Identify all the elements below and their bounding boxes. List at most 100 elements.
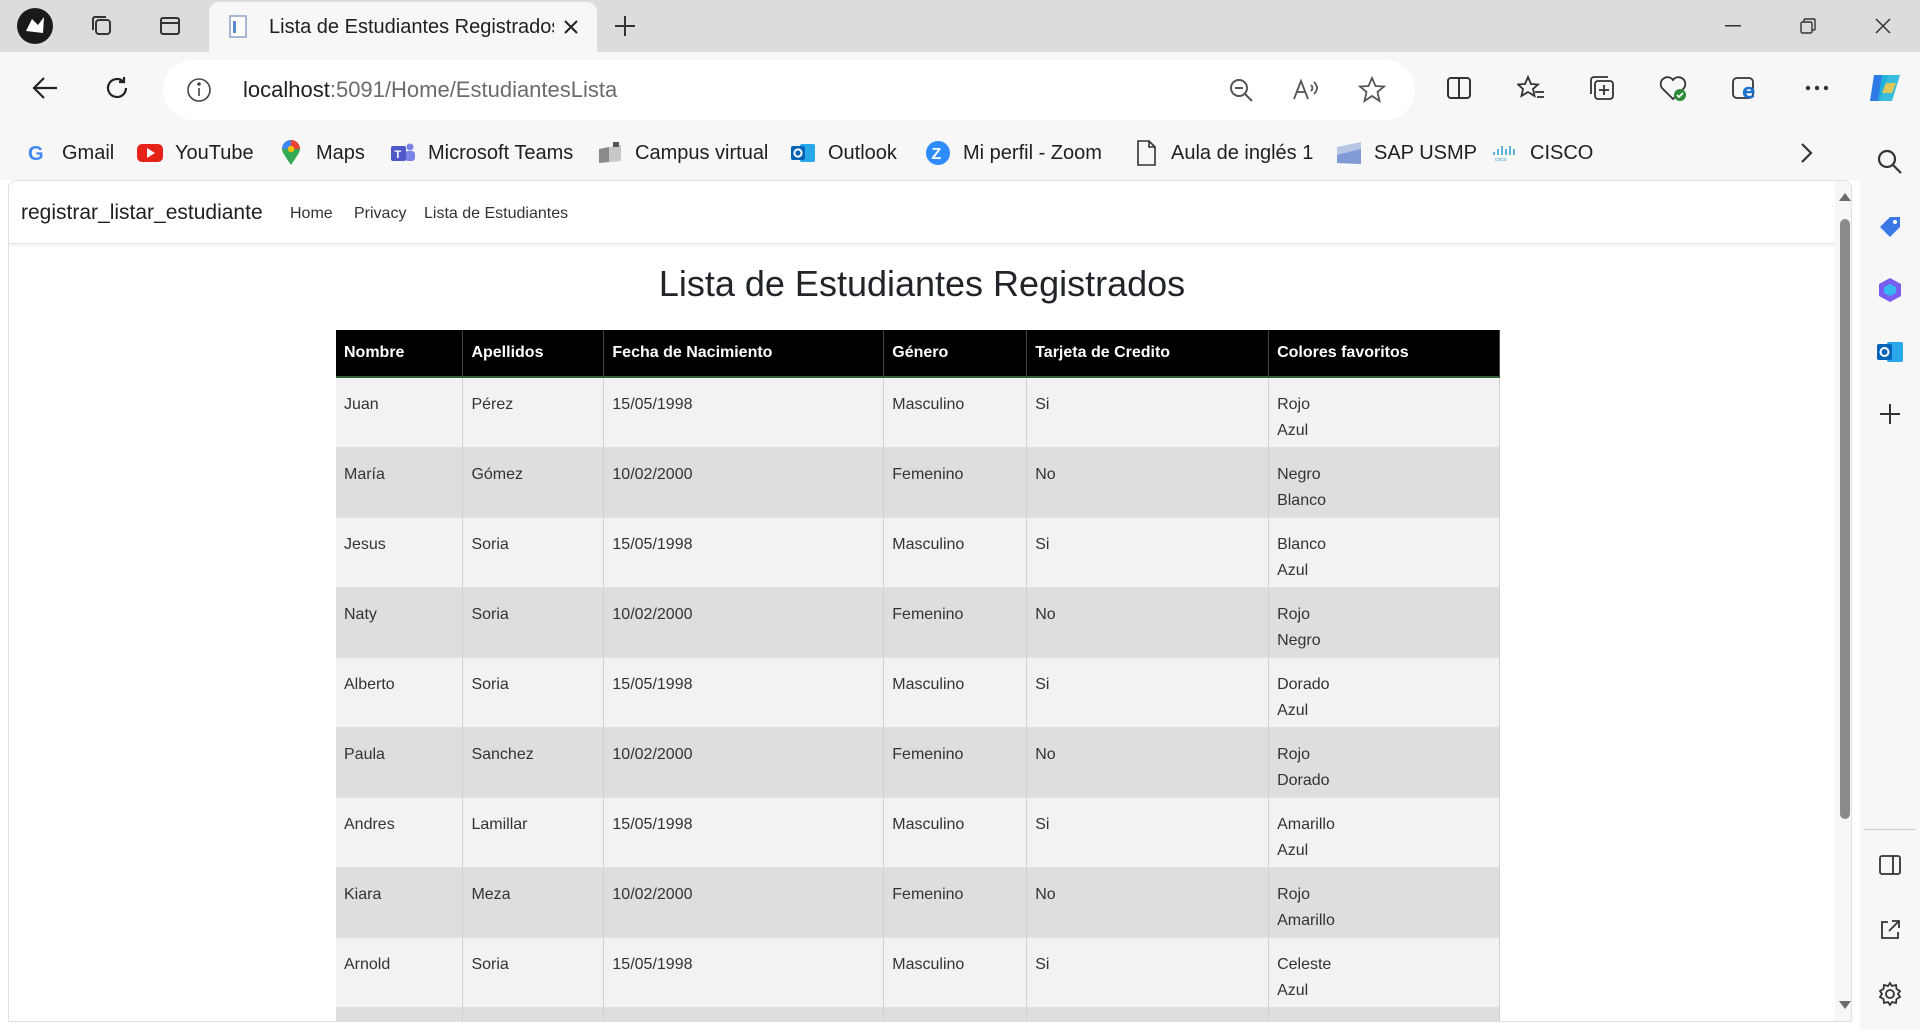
favorite-cisco[interactable]: cisco CISCO: [1492, 139, 1593, 167]
cell-nombre: Arnold: [336, 937, 464, 1008]
nav-link-home[interactable]: Home: [290, 205, 333, 223]
favorite-color: Dorado: [1277, 771, 1330, 789]
browser-essentials-icon[interactable]: [1653, 68, 1693, 108]
favorite-aula-ingles[interactable]: Aula de inglés 1: [1133, 139, 1313, 167]
cell-empty: [603, 1007, 885, 1021]
copilot-icon[interactable]: [1865, 68, 1905, 108]
split-screen-icon[interactable]: [1439, 68, 1479, 108]
cell-empty: [1268, 1007, 1500, 1021]
nav-link-lista-estudiantes[interactable]: Lista de Estudiantes: [424, 205, 568, 223]
microsoft365-icon[interactable]: [1874, 274, 1906, 306]
new-tab-icon[interactable]: [607, 8, 643, 44]
cell-colores: Rojo Negro: [1268, 587, 1500, 658]
internet-explorer-mode-icon[interactable]: e: [1724, 68, 1764, 108]
page-scrollbar[interactable]: [1835, 181, 1851, 1021]
settings-more-icon[interactable]: [1797, 68, 1837, 108]
favorite-zoom[interactable]: Z Mi perfil - Zoom: [925, 139, 1102, 167]
chevron-right-icon[interactable]: [1792, 139, 1820, 167]
cell-fecha: 15/05/1998: [603, 517, 885, 588]
favorite-color: Azul: [1277, 422, 1309, 439]
nav-link-privacy[interactable]: Privacy: [354, 205, 406, 223]
favorite-color: Negro: [1277, 465, 1321, 483]
scroll-up-arrow-icon[interactable]: [1839, 193, 1851, 201]
add-sidebar-app-icon[interactable]: [1874, 398, 1906, 430]
cell-colores: Negro Blanco: [1268, 447, 1500, 518]
favorite-color: Rojo: [1277, 745, 1310, 763]
active-tab[interactable]: Lista de Estudiantes Registrados: [209, 2, 597, 52]
favorite-label: Maps: [316, 141, 365, 164]
table-header-row: Nombre Apellidos Fecha de Nacimiento Gén…: [336, 330, 1500, 378]
site-brand-link[interactable]: registrar_listar_estudiante: [21, 201, 263, 225]
cell-genero: Femenino: [883, 867, 1028, 938]
outlook-sidebar-icon[interactable]: [1874, 336, 1906, 368]
cell-fecha: 15/05/1998: [603, 797, 885, 868]
close-window-icon[interactable]: [1860, 8, 1906, 44]
favorite-teams[interactable]: T Microsoft Teams: [390, 139, 573, 167]
gear-icon[interactable]: [1874, 978, 1906, 1010]
students-table: Nombre Apellidos Fecha de Nacimiento Gén…: [336, 330, 1500, 1021]
favorite-color: Amarillo: [1277, 911, 1335, 929]
cell-apellidos: Soria: [462, 517, 605, 588]
edge-sidebar: [1860, 126, 1920, 1030]
cell-nombre: Kiara: [336, 867, 464, 938]
cell-nombre: Alberto: [336, 657, 464, 728]
favorite-star-icon[interactable]: [1356, 74, 1388, 106]
cell-colores: Rojo Azul: [1268, 377, 1500, 448]
sap-icon: [1336, 140, 1362, 166]
table-row: Andres Lamillar 15/05/1998 Masculino Si Amari…: [336, 797, 1500, 868]
open-external-icon[interactable]: [1874, 914, 1906, 946]
close-tab-icon[interactable]: [557, 13, 585, 41]
cell-colores: Dorado Azul: [1268, 657, 1500, 728]
cell-empty: [1026, 1007, 1270, 1021]
favorite-campus-virtual[interactable]: Campus virtual: [597, 139, 768, 167]
cell-empty: [462, 1007, 605, 1021]
workspaces-icon[interactable]: [82, 8, 122, 44]
cell-nombre: Naty: [336, 587, 464, 658]
search-icon[interactable]: [1874, 146, 1906, 178]
restore-icon[interactable]: [1785, 8, 1831, 44]
profile-avatar-icon[interactable]: [15, 8, 55, 44]
favorite-color: Rojo: [1277, 396, 1310, 413]
minimize-icon[interactable]: [1710, 8, 1756, 44]
site-info-icon[interactable]: [185, 76, 213, 104]
table-row: Alberto Soria 15/05/1998 Masculino Si Dorado A…: [336, 657, 1500, 728]
favorite-outlook[interactable]: Outlook: [790, 139, 897, 167]
read-aloud-icon[interactable]: [1290, 74, 1322, 106]
url-host: localhost: [243, 77, 330, 102]
collections-icon[interactable]: [1582, 68, 1622, 108]
cell-fecha: 10/02/2000: [603, 727, 885, 798]
sidebar-divider: [1864, 829, 1916, 830]
hide-sidebar-icon[interactable]: [1874, 849, 1906, 881]
cell-fecha: 15/05/1998: [603, 377, 885, 448]
cell-fecha: 10/02/2000: [603, 587, 885, 658]
tab-actions-icon[interactable]: [150, 8, 190, 44]
back-icon[interactable]: [23, 66, 67, 110]
refresh-icon[interactable]: [95, 66, 139, 110]
scroll-down-arrow-icon[interactable]: [1839, 1001, 1851, 1009]
favorite-color: Rojo: [1277, 605, 1310, 623]
address-bar[interactable]: localhost:5091/Home/EstudiantesLista: [163, 60, 1415, 120]
table-row: Juan Pérez 15/05/1998 Masculino Si Rojo Azul: [336, 377, 1500, 448]
svg-text:cisco: cisco: [1495, 157, 1507, 162]
cell-apellidos: Meza: [462, 867, 605, 938]
table-row: Naty Soria 10/02/2000 Femenino No Rojo Negro: [336, 587, 1500, 658]
column-header-tarjeta: Tarjeta de Credito: [1026, 330, 1270, 378]
cell-genero: Femenino: [883, 447, 1028, 518]
cell-fecha: 15/05/1998: [603, 657, 885, 728]
zoom-out-icon[interactable]: [1225, 74, 1257, 106]
table-row-partial: [336, 1007, 1500, 1021]
cell-tarjeta: Si: [1026, 377, 1270, 448]
youtube-icon: [137, 140, 163, 166]
favorite-maps[interactable]: Maps: [278, 139, 365, 167]
svg-text:Z: Z: [932, 146, 942, 163]
cell-empty: [336, 1007, 464, 1021]
scroll-thumb[interactable]: [1840, 219, 1850, 819]
url-text[interactable]: localhost:5091/Home/EstudiantesLista: [243, 77, 617, 103]
page-title: Lista de Estudiantes Registrados: [658, 263, 1186, 304]
favorite-gmail[interactable]: G Gmail: [24, 139, 114, 167]
shopping-tag-icon[interactable]: [1874, 211, 1906, 243]
favorite-color: Negro: [1277, 631, 1321, 649]
favorite-youtube[interactable]: YouTube: [137, 139, 254, 167]
favorites-icon[interactable]: [1511, 68, 1551, 108]
favorite-sap-usmp[interactable]: SAP USMP: [1336, 139, 1477, 167]
